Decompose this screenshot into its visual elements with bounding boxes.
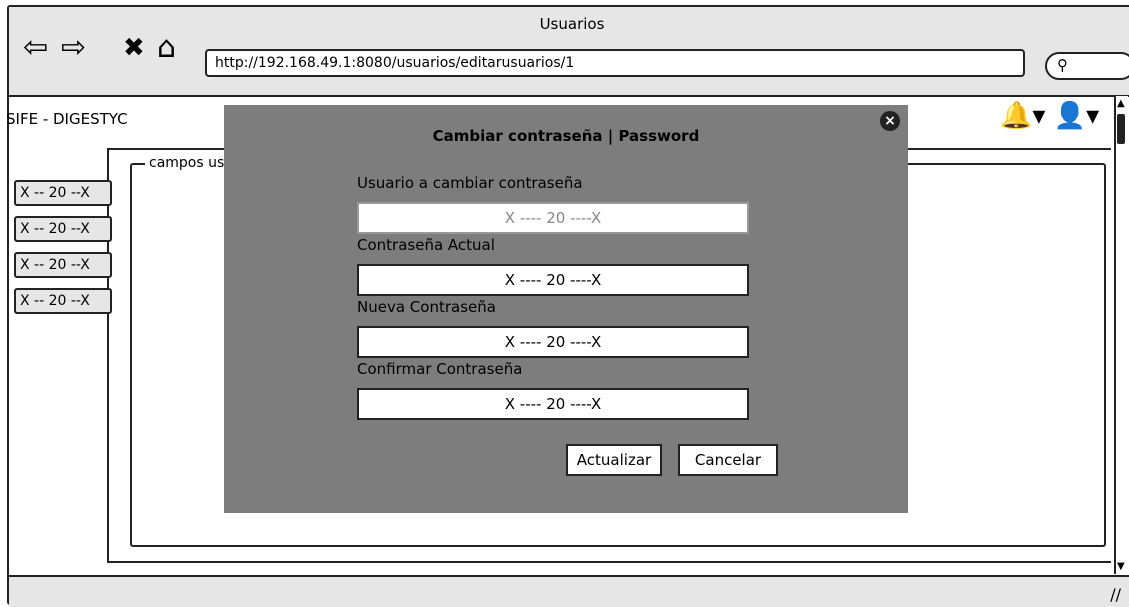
modal-title: Cambiar contraseña | Password <box>432 127 700 145</box>
browser-titlebar: Usuarios ⇦ ⇨ ✖ ⌂ http://192.168.49.1:808… <box>9 7 1129 97</box>
status-bar: // <box>9 575 1129 607</box>
window-title: Usuarios <box>539 15 605 33</box>
field-label-nueva: Nueva Contraseña <box>357 298 496 316</box>
sidebar-item[interactable]: X -- 20 --X <box>14 288 112 314</box>
update-button[interactable]: Actualizar <box>566 444 662 476</box>
current-password-field[interactable]: X ---- 20 ----X <box>357 264 749 296</box>
back-arrow-icon[interactable]: ⇦ <box>23 33 48 63</box>
scroll-thumb[interactable] <box>1117 114 1125 144</box>
user-icon[interactable]: 👤▾ <box>1054 101 1099 131</box>
resize-grip-icon[interactable]: // <box>1110 585 1121 604</box>
home-icon[interactable]: ⌂ <box>157 33 176 63</box>
scroll-down-icon[interactable]: ▼ <box>1117 561 1125 572</box>
vertical-scrollbar[interactable]: ▲ ▼ <box>1114 96 1128 574</box>
bell-icon[interactable]: 🔔▾ <box>1000 101 1045 131</box>
url-input[interactable]: http://192.168.49.1:8080/usuarios/editar… <box>205 49 1025 77</box>
confirm-password-field[interactable]: X ---- 20 ----X <box>357 388 749 420</box>
new-password-field[interactable]: X ---- 20 ----X <box>357 326 749 358</box>
close-x-icon[interactable]: ✖ <box>123 33 145 63</box>
sidebar-item[interactable]: X -- 20 --X <box>14 216 112 242</box>
field-label-actual: Contraseña Actual <box>357 236 495 254</box>
sidebar-item[interactable]: X -- 20 --X <box>14 180 112 206</box>
cancel-button[interactable]: Cancelar <box>678 444 778 476</box>
scroll-up-icon[interactable]: ▲ <box>1117 98 1125 109</box>
usuario-field: X ---- 20 ----X <box>357 202 749 234</box>
field-label-usuario: Usuario a cambiar contraseña <box>357 174 583 192</box>
header-actions: 🔔▾ 👤▾ <box>1000 101 1099 131</box>
sidebar-item[interactable]: X -- 20 --X <box>14 252 112 278</box>
search-icon: ⚲ <box>1057 56 1068 74</box>
app-title: SIFE - DIGESTYC <box>6 110 128 128</box>
search-field[interactable]: ⚲ <box>1045 52 1129 80</box>
field-label-confirmar: Confirmar Contraseña <box>357 360 523 378</box>
close-icon[interactable]: × <box>880 111 900 131</box>
forward-arrow-icon[interactable]: ⇨ <box>61 33 86 63</box>
